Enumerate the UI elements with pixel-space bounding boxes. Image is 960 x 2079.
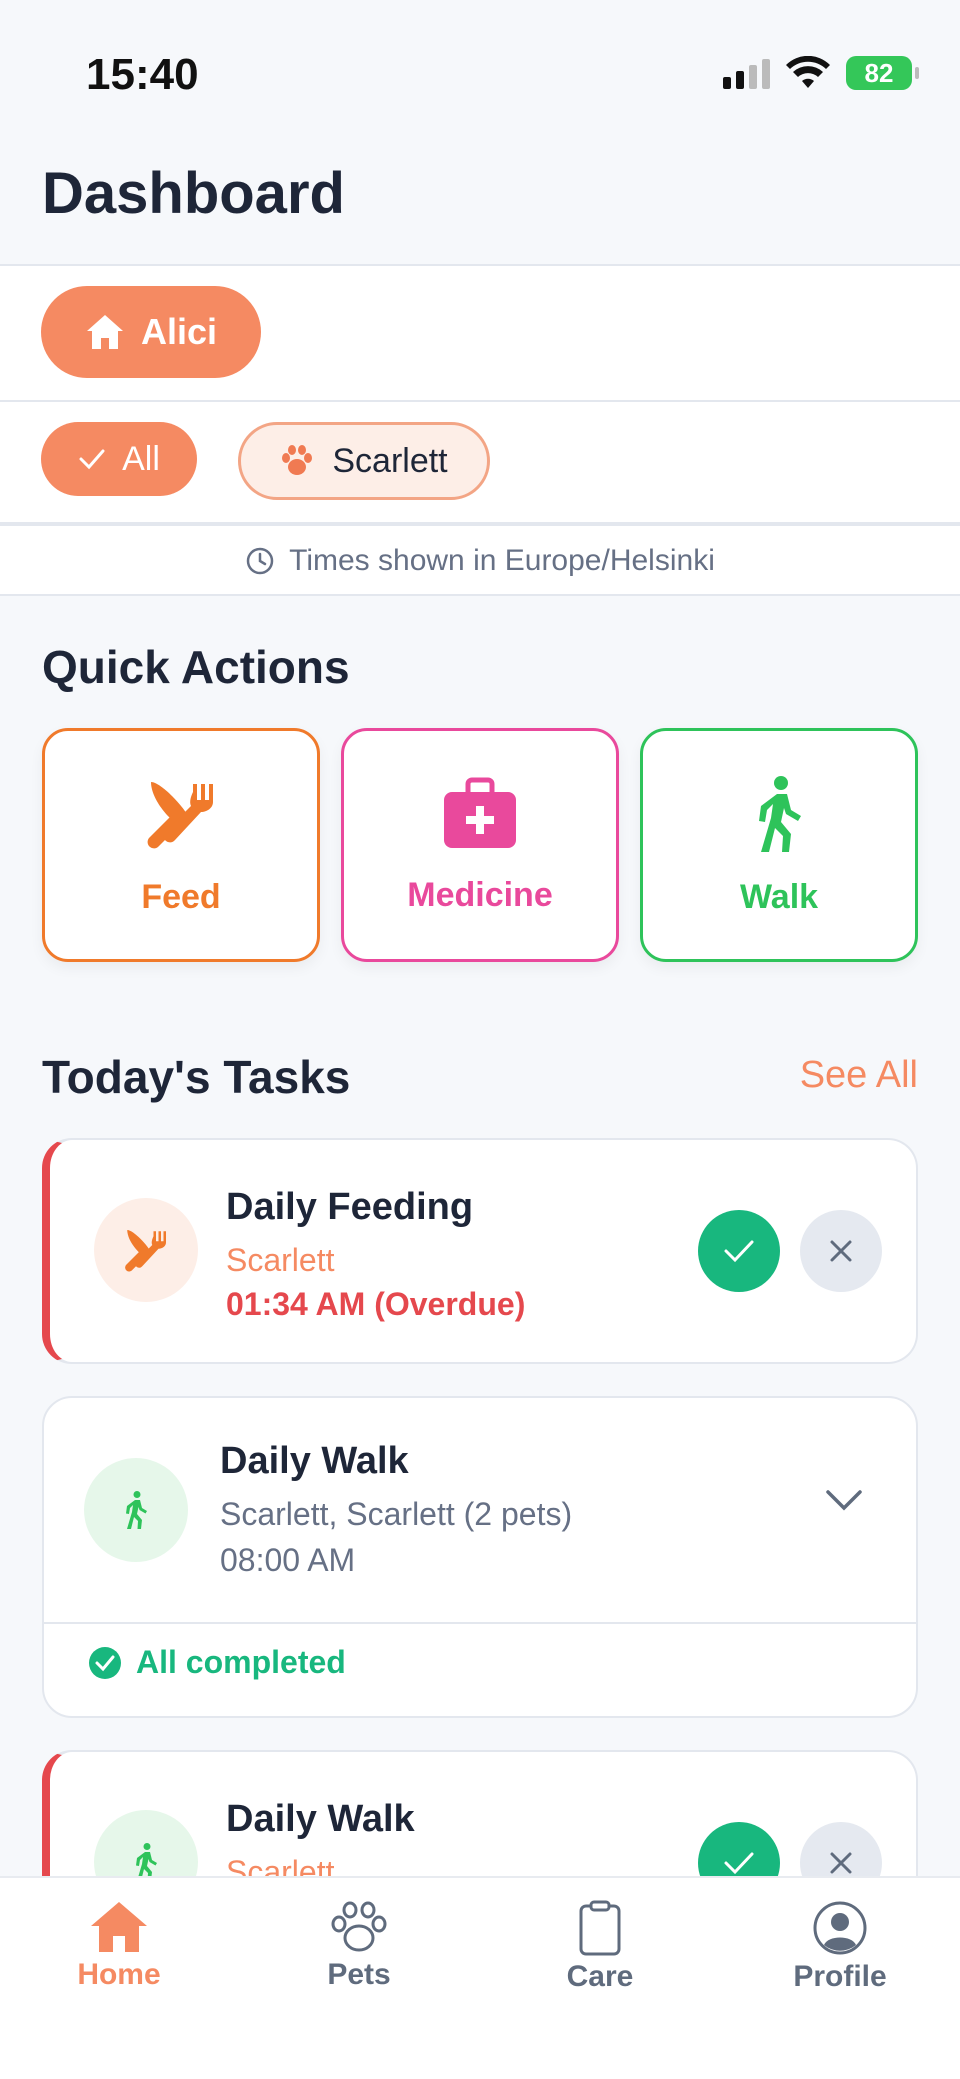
tab-care[interactable]: Care — [500, 1900, 700, 1994]
task-title: Daily Walk — [226, 1798, 415, 1840]
household-name: Alici — [140, 311, 218, 352]
task-title: Daily Feeding — [226, 1186, 474, 1228]
quick-action-medicine-label: Medicine — [407, 875, 553, 914]
household-selector[interactable]: Alici — [41, 286, 261, 378]
timezone-text: Times shown in Europe/Helsinki — [289, 544, 715, 577]
task-time-overdue: 01:34 AM (Overdue) — [226, 1286, 526, 1322]
clock-icon — [246, 547, 274, 575]
fork-knife-icon — [147, 781, 213, 848]
task-title: Daily Walk — [220, 1440, 409, 1482]
skip-task-button[interactable] — [800, 1210, 882, 1292]
check-icon — [79, 449, 105, 470]
status-icons: 82 — [723, 56, 919, 90]
medical-kit-icon — [444, 777, 516, 848]
filter-all-chip[interactable]: All — [41, 422, 197, 496]
page-title: Dashboard — [42, 161, 345, 226]
filter-pet-label: Scarlett — [332, 441, 448, 480]
quick-action-walk[interactable]: Walk — [640, 728, 918, 962]
cellular-signal-icon — [723, 57, 770, 89]
fork-knife-icon — [125, 1230, 166, 1272]
tab-profile[interactable]: Profile — [740, 1900, 940, 1994]
filter-all-label: All — [122, 439, 160, 478]
check-icon — [724, 1852, 754, 1875]
quick-action-feed[interactable]: Feed — [42, 728, 320, 962]
tab-home-label: Home — [77, 1958, 161, 1991]
check-icon — [724, 1240, 754, 1263]
quick-action-walk-label: Walk — [739, 877, 819, 916]
complete-task-button[interactable] — [698, 1210, 780, 1292]
bottom-tab-bar: Home Pets Care Profile — [0, 1876, 960, 2079]
timezone-note: Times shown in Europe/Helsinki — [0, 528, 960, 594]
tab-home[interactable]: Home — [19, 1900, 219, 1992]
status-time: 15:40 — [86, 50, 199, 99]
task-icon-walk — [84, 1458, 188, 1562]
task-card-group[interactable]: Daily Walk Scarlett, Scarlett (2 pets) 0… — [42, 1396, 918, 1718]
filter-pet-chip[interactable]: Scarlett — [238, 422, 490, 500]
check-circle-icon — [89, 1646, 121, 1679]
see-all-link[interactable]: See All — [800, 1054, 918, 1097]
chevron-down-icon — [826, 1490, 862, 1511]
task-time: 08:00 AM — [220, 1542, 356, 1578]
clipboard-icon — [579, 1900, 621, 1956]
task-pets: Scarlett, Scarlett (2 pets) — [220, 1496, 573, 1532]
wifi-icon — [786, 56, 830, 88]
task-pet: Scarlett — [226, 1242, 335, 1278]
task-icon-feed — [94, 1198, 198, 1302]
quick-action-feed-label: Feed — [141, 877, 221, 916]
tab-pets[interactable]: Pets — [259, 1900, 459, 1992]
close-icon — [830, 1852, 852, 1874]
walking-person-icon — [126, 1491, 147, 1529]
paw-icon — [282, 445, 313, 475]
paw-icon — [331, 1901, 387, 1952]
quick-action-medicine[interactable]: Medicine — [341, 728, 619, 962]
battery-level: 82 — [864, 57, 894, 88]
expand-toggle[interactable] — [824, 1488, 864, 1517]
task-card[interactable]: Daily Feeding Scarlett 01:34 AM (Overdue… — [42, 1138, 918, 1364]
status-bar: 15:40 82 — [0, 0, 960, 150]
completion-status-text: All completed — [136, 1644, 346, 1680]
tab-care-label: Care — [566, 1960, 634, 1993]
tab-pets-label: Pets — [327, 1958, 391, 1991]
battery-icon: 82 — [846, 56, 919, 90]
walking-person-icon — [759, 775, 801, 852]
tab-profile-label: Profile — [793, 1960, 887, 1993]
quick-actions-title: Quick Actions — [42, 641, 350, 693]
user-circle-icon — [813, 1901, 867, 1955]
home-icon — [86, 315, 123, 349]
close-icon — [830, 1240, 852, 1262]
divider — [44, 1622, 916, 1624]
completion-status: All completed — [88, 1644, 346, 1681]
home-icon — [91, 1902, 147, 1952]
todays-tasks-title: Today's Tasks — [42, 1051, 351, 1103]
